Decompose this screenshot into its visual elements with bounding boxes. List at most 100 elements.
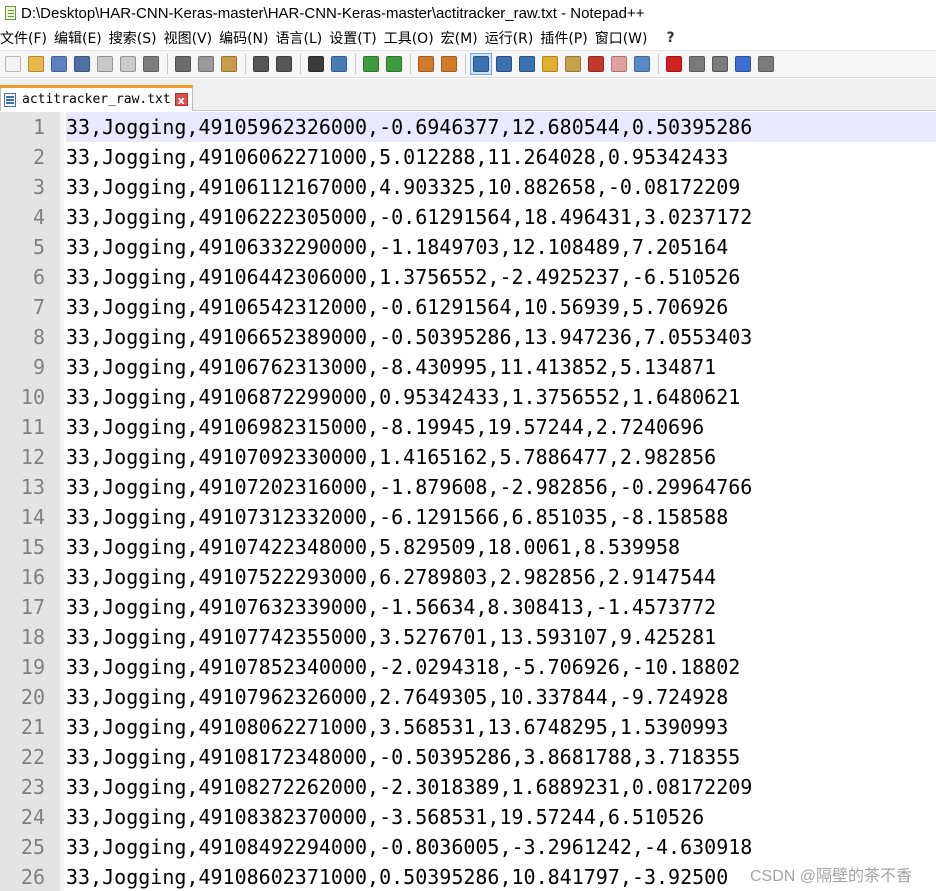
redo-button[interactable] [273,53,295,75]
text-editor[interactable]: 1 33,Jogging,49105962326000,-0.6946377,12… [0,112,936,891]
stop-recording-button[interactable] [686,53,708,75]
find-button[interactable] [305,53,327,75]
line-text[interactable]: 33,Jogging,49107522293000,6.2789803,2.98… [66,562,716,592]
line-text[interactable]: 33,Jogging,49106982315000,-8.19945,19.57… [66,412,704,442]
menu-view[interactable]: 视图(V) [164,28,220,48]
editor-line[interactable]: 25 33,Jogging,49108492294000,-0.8036005,-… [0,832,936,862]
editor-line[interactable]: 5 33,Jogging,49106332290000,-1.1849703,12… [0,232,936,262]
menu-edit[interactable]: 编辑(E) [54,28,109,48]
menu-macro[interactable]: 宏(M) [441,28,485,48]
line-text[interactable]: 33,Jogging,49107962326000,2.7649305,10.3… [66,682,728,712]
copy-button[interactable] [195,53,217,75]
editor-line[interactable]: 21 33,Jogging,49108062271000,3.568531,13.… [0,712,936,742]
editor-line[interactable]: 8 33,Jogging,49106652389000,-0.50395286,1… [0,322,936,352]
line-text[interactable]: 33,Jogging,49106442306000,1.3756552,-2.4… [66,262,740,292]
tab-actitracker-raw[interactable]: actitracker_raw.txt x [0,85,193,111]
indent-guide-button[interactable] [516,53,538,75]
line-number: 15 [0,532,60,562]
show-all-characters-button[interactable] [493,53,515,75]
editor-line[interactable]: 1 33,Jogging,49105962326000,-0.6946377,12… [0,112,936,142]
paste-button[interactable] [218,53,240,75]
close-button[interactable] [94,53,116,75]
line-text[interactable]: 33,Jogging,49106872299000,0.95342433,1.3… [66,382,740,412]
editor-line[interactable]: 9 33,Jogging,49106762313000,-8.430995,11.… [0,352,936,382]
line-text[interactable]: 33,Jogging,49107742355000,3.5276701,13.5… [66,622,716,652]
line-text[interactable]: 33,Jogging,49106332290000,-1.1849703,12.… [66,232,728,262]
menu-search[interactable]: 搜索(S) [109,28,164,48]
line-text[interactable]: 33,Jogging,49107202316000,-1.879608,-2.9… [66,472,752,502]
menu-help[interactable]: ? [667,30,682,46]
document-map-button[interactable] [562,53,584,75]
menu-run[interactable]: 运行(R) [485,28,541,48]
line-text[interactable]: 33,Jogging,49108382370000,-3.568531,19.5… [66,802,704,832]
line-text[interactable]: 33,Jogging,49106062271000,5.012288,11.26… [66,142,728,172]
line-text[interactable]: 33,Jogging,49107852340000,-2.0294318,-5.… [66,652,740,682]
line-text[interactable]: 33,Jogging,49108272262000,-2.3018389,1.6… [66,772,752,802]
editor-line[interactable]: 2 33,Jogging,49106062271000,5.012288,11.2… [0,142,936,172]
open-file-button[interactable] [25,53,47,75]
line-text[interactable]: 33,Jogging,49106762313000,-8.430995,11.4… [66,352,716,382]
function-list-button[interactable] [585,53,607,75]
paste-icon [221,56,237,72]
playback-macro-button[interactable] [709,53,731,75]
line-text[interactable]: 33,Jogging,49107422348000,5.829509,18.00… [66,532,680,562]
menu-language[interactable]: 语言(L) [276,28,330,48]
editor-line[interactable]: 24 33,Jogging,49108382370000,-3.568531,19… [0,802,936,832]
record-macro-button[interactable] [663,53,685,75]
menu-plugins[interactable]: 插件(P) [540,28,594,48]
editor-line[interactable]: 20 33,Jogging,49107962326000,2.7649305,10… [0,682,936,712]
line-text[interactable]: 33,Jogging,49108492294000,-0.8036005,-3.… [66,832,752,862]
tab-close-icon[interactable]: x [174,93,188,107]
line-text[interactable]: 33,Jogging,49106542312000,-0.61291564,10… [66,292,728,322]
undo-button[interactable] [250,53,272,75]
line-text[interactable]: 33,Jogging,49108062271000,3.568531,13.67… [66,712,728,742]
print-button[interactable] [140,53,162,75]
editor-line[interactable]: 16 33,Jogging,49107522293000,6.2789803,2.… [0,562,936,592]
editor-line[interactable]: 7 33,Jogging,49106542312000,-0.61291564,1… [0,292,936,322]
line-text[interactable]: 33,Jogging,49107312332000,-6.1291566,6.8… [66,502,728,532]
menu-file[interactable]: 文件(F) [0,28,54,48]
editor-line[interactable]: 13 33,Jogging,49107202316000,-1.879608,-2… [0,472,936,502]
line-text[interactable]: 33,Jogging,49107632339000,-1.56634,8.308… [66,592,716,622]
zoom-out-button[interactable] [383,53,405,75]
folder-workspace-button[interactable] [608,53,630,75]
menu-encoding[interactable]: 编码(N) [219,28,275,48]
word-wrap-button[interactable] [470,53,492,75]
editor-line[interactable]: 10 33,Jogging,49106872299000,0.95342433,1… [0,382,936,412]
monitoring-button[interactable] [631,53,653,75]
new-file-button[interactable] [2,53,24,75]
line-text[interactable]: 33,Jogging,49108602371000,0.50395286,10.… [66,862,728,891]
editor-line[interactable]: 19 33,Jogging,49107852340000,-2.0294318,-… [0,652,936,682]
run-macro-multiple-button[interactable] [732,53,754,75]
menu-settings[interactable]: 设置(T) [329,28,383,48]
line-text[interactable]: 33,Jogging,49107092330000,1.4165162,5.78… [66,442,716,472]
save-all-button[interactable] [71,53,93,75]
zoom-in-button[interactable] [360,53,382,75]
language-button[interactable] [539,53,561,75]
editor-line[interactable]: 23 33,Jogging,49108272262000,-2.3018389,1… [0,772,936,802]
menu-tools[interactable]: 工具(O) [384,28,441,48]
editor-line[interactable]: 4 33,Jogging,49106222305000,-0.61291564,1… [0,202,936,232]
editor-line[interactable]: 3 33,Jogging,49106112167000,4.903325,10.8… [0,172,936,202]
editor-line[interactable]: 6 33,Jogging,49106442306000,1.3756552,-2.… [0,262,936,292]
editor-line[interactable]: 18 33,Jogging,49107742355000,3.5276701,13… [0,622,936,652]
menu-window[interactable]: 窗口(W) [595,28,655,48]
save-button[interactable] [48,53,70,75]
line-text[interactable]: 33,Jogging,49106222305000,-0.61291564,18… [66,202,752,232]
editor-line[interactable]: 14 33,Jogging,49107312332000,-6.1291566,6… [0,502,936,532]
line-text[interactable]: 33,Jogging,49105962326000,-0.6946377,12.… [66,112,936,142]
save-macro-button[interactable] [755,53,777,75]
sync-horizontal-button[interactable] [438,53,460,75]
editor-line[interactable]: 17 33,Jogging,49107632339000,-1.56634,8.3… [0,592,936,622]
cut-button[interactable] [172,53,194,75]
close-all-button[interactable] [117,53,139,75]
replace-button[interactable] [328,53,350,75]
editor-line[interactable]: 22 33,Jogging,49108172348000,-0.50395286,… [0,742,936,772]
editor-line[interactable]: 15 33,Jogging,49107422348000,5.829509,18.… [0,532,936,562]
line-text[interactable]: 33,Jogging,49108172348000,-0.50395286,3.… [66,742,740,772]
line-text[interactable]: 33,Jogging,49106652389000,-0.50395286,13… [66,322,752,352]
editor-line[interactable]: 12 33,Jogging,49107092330000,1.4165162,5.… [0,442,936,472]
editor-line[interactable]: 11 33,Jogging,49106982315000,-8.19945,19.… [0,412,936,442]
sync-vertical-button[interactable] [415,53,437,75]
line-text[interactable]: 33,Jogging,49106112167000,4.903325,10.88… [66,172,740,202]
